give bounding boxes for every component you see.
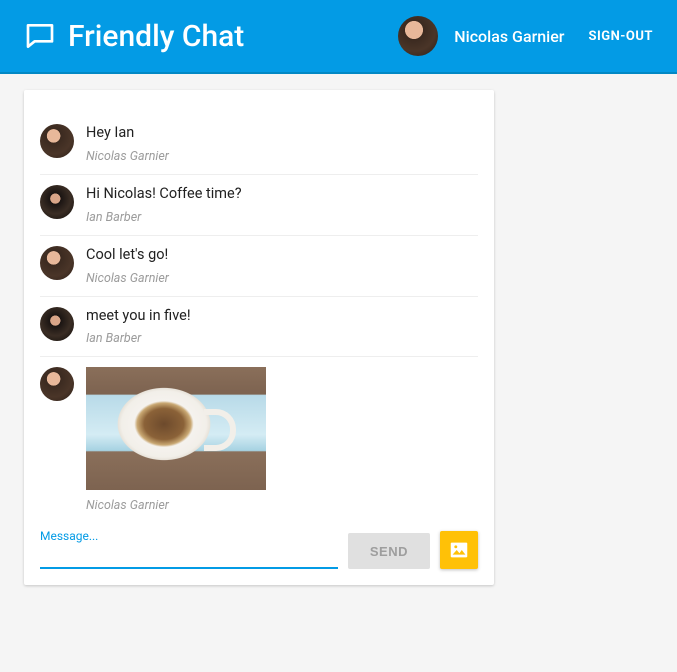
message-text: meet you in five!	[86, 307, 478, 326]
message-text: Cool let's go!	[86, 246, 478, 265]
header-right: Nicolas Garnier SIGN-OUT	[398, 16, 653, 56]
chat-icon	[24, 20, 56, 52]
message-body: Hi Nicolas! Coffee time? Ian Barber	[86, 185, 478, 225]
message-body: Nicolas Garnier	[86, 367, 478, 513]
input-wrap: Message...	[40, 531, 338, 569]
header-left: Friendly Chat	[24, 19, 398, 54]
image-icon	[448, 539, 470, 561]
message-text: Hi Nicolas! Coffee time?	[86, 185, 478, 204]
attach-image-button[interactable]	[440, 531, 478, 569]
message-list: Hey Ian Nicolas Garnier Hi Nicolas! Coffee…	[40, 114, 478, 523]
message-row: Cool let's go! Nicolas Garnier	[40, 236, 478, 297]
user-name: Nicolas Garnier	[454, 27, 564, 46]
message-row: Nicolas Garnier	[40, 357, 478, 523]
message-body: Hey Ian Nicolas Garnier	[86, 124, 478, 164]
message-row: meet you in five! Ian Barber	[40, 297, 478, 358]
message-avatar	[40, 124, 74, 158]
message-image[interactable]	[86, 367, 266, 490]
message-avatar	[40, 185, 74, 219]
message-body: meet you in five! Ian Barber	[86, 307, 478, 347]
message-body: Cool let's go! Nicolas Garnier	[86, 246, 478, 286]
message-author: Ian Barber	[86, 210, 478, 225]
message-author: Nicolas Garnier	[86, 498, 478, 513]
message-author: Ian Barber	[86, 331, 478, 346]
message-row: Hey Ian Nicolas Garnier	[40, 114, 478, 175]
chat-card: Hey Ian Nicolas Garnier Hi Nicolas! Coffee…	[24, 90, 494, 585]
message-author: Nicolas Garnier	[86, 271, 478, 286]
message-composer: Message... SEND	[40, 531, 478, 569]
signout-button[interactable]: SIGN-OUT	[588, 29, 653, 44]
message-text: Hey Ian	[86, 124, 478, 143]
main-area: Hey Ian Nicolas Garnier Hi Nicolas! Coffee…	[0, 74, 677, 601]
message-avatar	[40, 307, 74, 341]
message-avatar	[40, 367, 74, 401]
message-row: Hi Nicolas! Coffee time? Ian Barber	[40, 175, 478, 236]
user-avatar[interactable]	[398, 16, 438, 56]
message-author: Nicolas Garnier	[86, 149, 478, 164]
send-button[interactable]: SEND	[348, 533, 430, 569]
app-title: Friendly Chat	[68, 19, 244, 54]
message-input[interactable]	[40, 531, 338, 569]
app-header: Friendly Chat Nicolas Garnier SIGN-OUT	[0, 0, 677, 74]
message-avatar	[40, 246, 74, 280]
